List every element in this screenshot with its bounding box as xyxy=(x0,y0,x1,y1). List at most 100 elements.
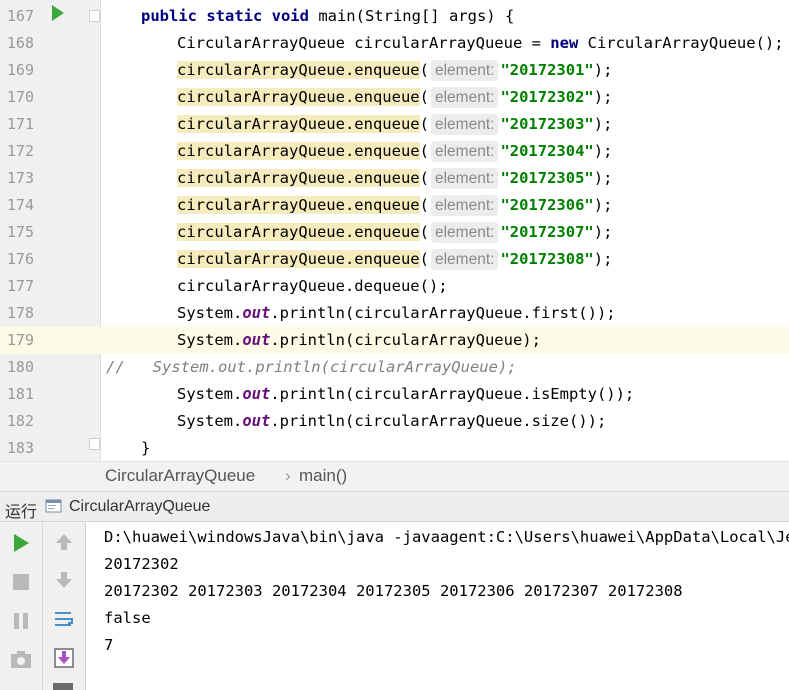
code-token: ); xyxy=(593,196,613,214)
scroll-up-icon[interactable] xyxy=(54,532,74,556)
line-number: 170 xyxy=(6,88,34,106)
code-line[interactable]: 168 CircularArrayQueue circularArrayQueue… xyxy=(0,30,789,57)
parameter-hint: element: xyxy=(430,60,499,81)
code-line[interactable]: 172 circularArrayQueue.enqueue(element: "2… xyxy=(0,138,789,165)
code-token: "20172308" xyxy=(500,250,594,268)
code-line[interactable]: 173 circularArrayQueue.enqueue(element: "2… xyxy=(0,165,789,192)
run-main-icon[interactable] xyxy=(52,5,64,21)
code-line[interactable]: 167 public static void main(String[] args… xyxy=(0,3,789,30)
code-line[interactable]: 176 circularArrayQueue.enqueue(element: "2… xyxy=(0,246,789,273)
console-line: false xyxy=(104,609,151,627)
console-output[interactable]: D:\huawei\windowsJava\bin\java -javaagen… xyxy=(86,522,789,690)
console-line: 20172302 xyxy=(104,555,179,573)
code-editor[interactable]: 167 public static void main(String[] args… xyxy=(0,0,789,461)
code-line[interactable]: 171 circularArrayQueue.enqueue(element: "2… xyxy=(0,111,789,138)
code-token: ( xyxy=(419,115,429,133)
code-token: public static void xyxy=(141,7,319,25)
code-token: ( xyxy=(419,196,429,214)
code-text: circularArrayQueue.enqueue(element: "2017… xyxy=(177,165,612,192)
code-token: circularArrayQueue.enqueue xyxy=(177,196,420,214)
code-token: CircularArrayQueue circularArrayQueue = xyxy=(177,34,551,52)
code-token: .println(circularArrayQueue.first()); xyxy=(270,304,616,322)
code-token: .println(circularArrayQueue.size()); xyxy=(270,412,607,430)
breadcrumb: CircularArrayQueue › main() xyxy=(0,461,789,491)
code-token: circularArrayQueue.dequeue(); xyxy=(177,277,448,295)
code-text: System.out.println(circularArrayQueue); xyxy=(177,327,541,354)
code-line[interactable]: 179 System.out.println(circularArrayQueue… xyxy=(0,327,789,354)
code-token: circularArrayQueue.enqueue xyxy=(177,142,420,160)
parameter-hint: element: xyxy=(430,249,499,270)
code-line[interactable]: 180 // System.out.println(circularArrayQu… xyxy=(0,354,789,381)
code-text: } xyxy=(141,435,150,461)
line-number: 182 xyxy=(6,412,34,430)
code-token: ); xyxy=(593,115,613,133)
code-line[interactable]: 170 circularArrayQueue.enqueue(element: "2… xyxy=(0,84,789,111)
line-number: 176 xyxy=(6,250,34,268)
code-line[interactable]: 175 circularArrayQueue.enqueue(element: "2… xyxy=(0,219,789,246)
code-token: circularArrayQueue.enqueue xyxy=(177,115,420,133)
code-token: "20172307" xyxy=(500,223,594,241)
code-token: ); xyxy=(593,250,613,268)
code-token: ( xyxy=(419,250,429,268)
parameter-hint: element: xyxy=(430,222,499,243)
line-number: 180 xyxy=(6,358,34,376)
code-token: ( xyxy=(419,142,429,160)
parameter-hint: element: xyxy=(430,114,499,135)
code-token: CircularArrayQueue(); xyxy=(587,34,784,52)
code-line[interactable]: 177 circularArrayQueue.dequeue(); xyxy=(0,273,789,300)
fold-marker-icon[interactable] xyxy=(89,438,100,450)
code-token: "20172302" xyxy=(500,88,594,106)
run-config-name[interactable]: CircularArrayQueue xyxy=(69,498,210,516)
code-text: public static void main(String[] args) { xyxy=(141,3,514,30)
code-text: circularArrayQueue.dequeue(); xyxy=(177,273,448,300)
code-token: ); xyxy=(593,142,613,160)
run-panel-header: 运行 CircularArrayQueue xyxy=(0,491,789,522)
print-icon[interactable] xyxy=(53,683,73,690)
code-token: circularArrayQueue.enqueue xyxy=(177,250,420,268)
code-text: // System.out.println(circularArrayQueue… xyxy=(106,354,517,381)
breadcrumb-class[interactable]: CircularArrayQueue xyxy=(105,466,255,486)
code-token: System. xyxy=(177,385,243,403)
code-token: circularArrayQueue.enqueue xyxy=(177,61,420,79)
rerun-icon[interactable] xyxy=(11,533,31,557)
code-token: } xyxy=(141,439,151,457)
run-toolbar xyxy=(0,522,86,690)
code-token: ); xyxy=(593,169,613,187)
code-line[interactable]: 174 circularArrayQueue.enqueue(element: "2… xyxy=(0,192,789,219)
scroll-to-end-icon[interactable] xyxy=(53,647,75,673)
code-line[interactable]: 178 System.out.println(circularArrayQueue… xyxy=(0,300,789,327)
scroll-down-icon[interactable] xyxy=(54,570,74,594)
code-token: out xyxy=(242,385,271,403)
line-number: 181 xyxy=(6,385,34,403)
soft-wrap-icon[interactable] xyxy=(53,609,75,633)
fold-marker-icon[interactable] xyxy=(89,10,100,22)
line-number: 177 xyxy=(6,277,34,295)
code-token: main(String[] args) { xyxy=(318,7,515,25)
camera-icon[interactable] xyxy=(10,649,32,673)
code-token: // xyxy=(106,358,125,376)
stop-icon[interactable] xyxy=(11,572,31,596)
code-token: System.out.println(circularArrayQueue); xyxy=(124,358,517,376)
code-text: circularArrayQueue.enqueue(element: "2017… xyxy=(177,192,612,219)
code-token: "20172301" xyxy=(500,61,594,79)
code-line[interactable]: 169 circularArrayQueue.enqueue(element: "2… xyxy=(0,57,789,84)
code-token: ); xyxy=(593,223,613,241)
line-number: 179 xyxy=(6,331,34,349)
breadcrumb-method[interactable]: main() xyxy=(299,466,347,486)
code-token: circularArrayQueue.enqueue xyxy=(177,223,420,241)
code-text: circularArrayQueue.enqueue(element: "2017… xyxy=(177,138,612,165)
code-text: System.out.println(circularArrayQueue.is… xyxy=(177,381,634,408)
code-token: System. xyxy=(177,331,243,349)
code-line[interactable]: 183} xyxy=(0,435,789,461)
code-token: ( xyxy=(419,169,429,187)
code-text: CircularArrayQueue circularArrayQueue = … xyxy=(177,30,784,57)
code-line[interactable]: 181 System.out.println(circularArrayQueue… xyxy=(0,381,789,408)
line-number: 173 xyxy=(6,169,34,187)
parameter-hint: element: xyxy=(430,195,499,216)
pause-icon[interactable] xyxy=(11,611,31,635)
line-number: 175 xyxy=(6,223,34,241)
code-line[interactable]: 182 System.out.println(circularArrayQueue… xyxy=(0,408,789,435)
run-tab-label[interactable]: 运行 xyxy=(5,498,37,522)
console-window-icon xyxy=(45,498,63,514)
code-text: System.out.println(circularArrayQueue.fi… xyxy=(177,300,616,327)
